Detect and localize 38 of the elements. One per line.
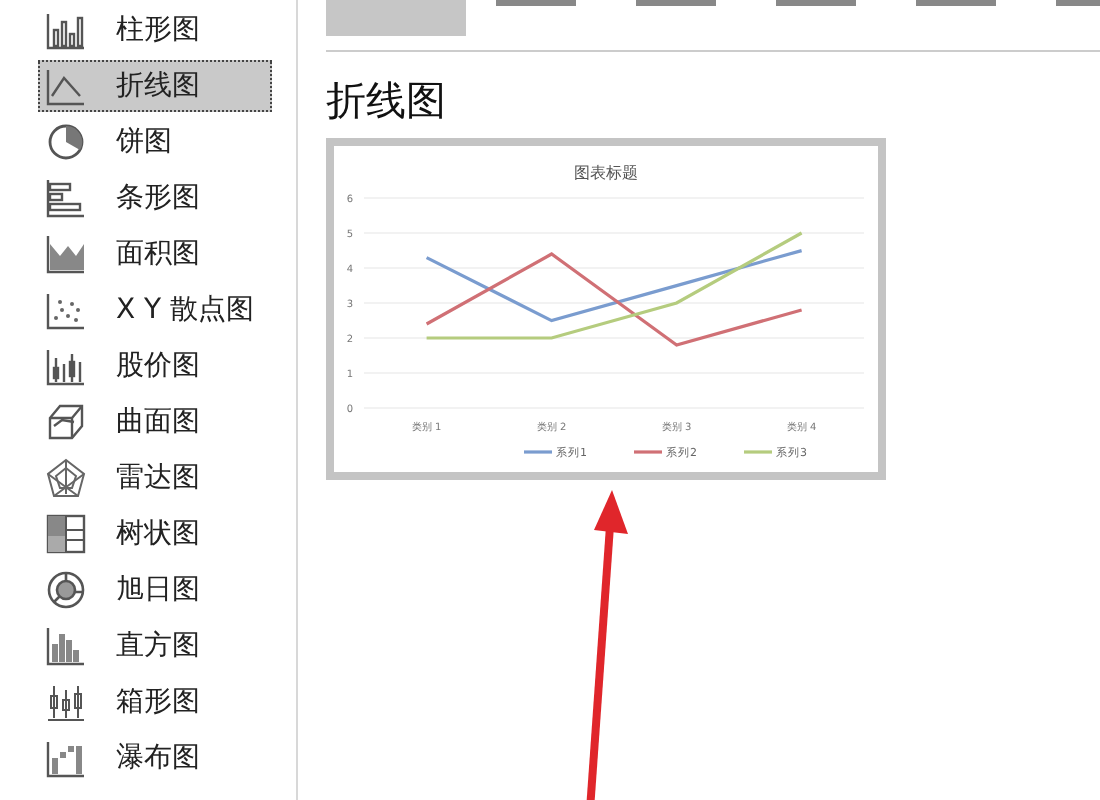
histogram-chart-icon [46, 626, 86, 666]
treemap-chart-icon [46, 514, 86, 554]
chart-type-item[interactable]: 折线图 [38, 60, 272, 112]
chart-subtype-thumbnail[interactable] [916, 0, 996, 6]
chart-type-item[interactable]: 树状图 [38, 508, 272, 560]
line-chart-icon [46, 66, 86, 106]
chart-type-item[interactable]: 条形图 [38, 172, 272, 224]
sunburst-chart-icon [46, 570, 86, 610]
section-heading: 折线图 [326, 74, 448, 126]
scatter-chart-icon [46, 290, 86, 330]
chart-type-item[interactable]: 直方图 [38, 620, 272, 672]
legend-line [634, 450, 662, 454]
chart-type-item[interactable]: 面积图 [38, 228, 272, 280]
chart-subtype-thumbnail[interactable] [636, 0, 716, 6]
area-chart-icon [46, 234, 86, 274]
chart-title: 图表标题 [574, 164, 638, 182]
chart-type-item[interactable]: 曲面图 [38, 396, 272, 448]
waterfall-chart-icon [46, 738, 86, 778]
chart-subtype-thumbnail[interactable] [776, 0, 856, 6]
chart-type-item[interactable]: 瀑布图 [38, 732, 272, 784]
stock-chart-icon [46, 346, 86, 386]
chart-type-item[interactable]: 柱形图 [38, 4, 272, 56]
bar-chart-icon [46, 178, 86, 218]
chart-type-item[interactable]: 箱形图 [38, 676, 272, 728]
pie-chart-icon [46, 122, 86, 162]
legend-line [744, 450, 772, 454]
chart-type-item[interactable]: 旭日图 [38, 564, 272, 616]
chart-type-item[interactable]: 雷达图 [38, 452, 272, 504]
radar-chart-icon [46, 458, 86, 498]
legend-line [524, 450, 552, 454]
chart-type-item[interactable]: 饼图 [38, 116, 272, 168]
chart-type-item[interactable]: X Y 散点图 [38, 284, 272, 336]
surface-chart-icon [46, 402, 86, 442]
chart-subtype-thumbnail[interactable] [496, 0, 576, 6]
chart-subtype-thumbnail[interactable] [326, 0, 466, 36]
chart-type-item[interactable]: 股价图 [38, 340, 272, 392]
box-chart-icon [46, 682, 86, 722]
column-chart-icon [46, 10, 86, 50]
